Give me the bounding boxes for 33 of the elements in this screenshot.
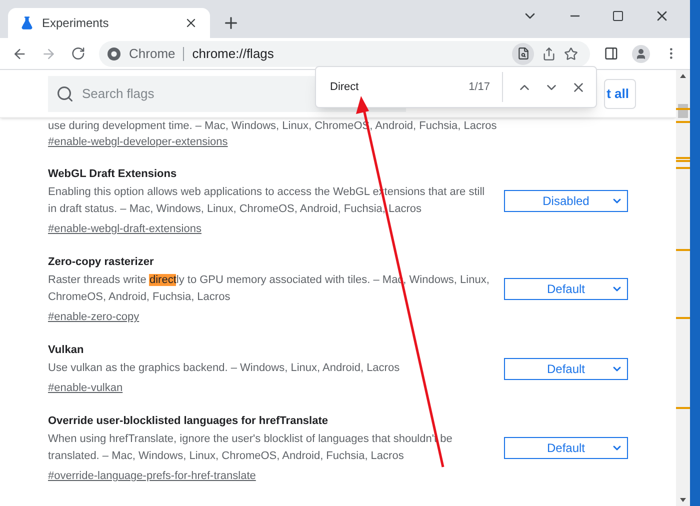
- maximize-icon[interactable]: [612, 10, 624, 22]
- address-bar[interactable]: Chrome chrome://flags: [99, 40, 590, 66]
- reload-icon[interactable]: [70, 46, 86, 61]
- flask-icon: [20, 16, 34, 30]
- reset-all-button[interactable]: t all: [604, 78, 636, 108]
- url-text: chrome://flags: [192, 44, 275, 63]
- new-tab-icon[interactable]: [222, 14, 240, 32]
- flag-state-dropdown[interactable]: Default: [504, 278, 628, 300]
- share-icon[interactable]: [542, 46, 556, 60]
- site-label: Chrome: [129, 44, 176, 63]
- flag-link[interactable]: #enable-zero-copy: [48, 308, 140, 326]
- flag-state-dropdown[interactable]: Default: [504, 437, 628, 459]
- match-count: 1/17: [468, 72, 503, 102]
- browser-tab[interactable]: Experiments: [8, 8, 210, 38]
- flag-state-dropdown[interactable]: Default: [504, 358, 628, 380]
- close-tab-icon[interactable]: [184, 16, 198, 30]
- flag-link[interactable]: #enable-webgl-developer-extensions: [48, 134, 228, 150]
- flag-link[interactable]: #enable-webgl-draft-extensions: [48, 220, 202, 238]
- side-panel-icon[interactable]: [604, 46, 618, 61]
- flag-description: Use vulkan as the graphics backend. – Windows, Linux, Android, Lacros: [48, 361, 401, 376]
- find-in-page-icon[interactable]: [512, 42, 534, 64]
- flag-title: Zero-copy rasterizer: [48, 255, 155, 270]
- tab-title: Experiments: [42, 15, 110, 32]
- profile-avatar[interactable]: [632, 44, 650, 62]
- flag-link[interactable]: #enable-vulkan: [48, 379, 123, 397]
- flag-title: WebGL Draft Extensions: [48, 167, 178, 182]
- flag-title: Vulkan: [48, 343, 85, 358]
- flag-link[interactable]: #override-language-prefs-for-href-translate: [48, 467, 256, 485]
- flag-title: Override user-blocklisted languages for hrefTranslate: [48, 414, 329, 429]
- search-icon: [56, 84, 74, 102]
- bookmark-star-icon[interactable]: [564, 46, 578, 60]
- flag-state-dropdown[interactable]: Disabled: [504, 190, 628, 212]
- chrome-logo-icon: [107, 46, 122, 60]
